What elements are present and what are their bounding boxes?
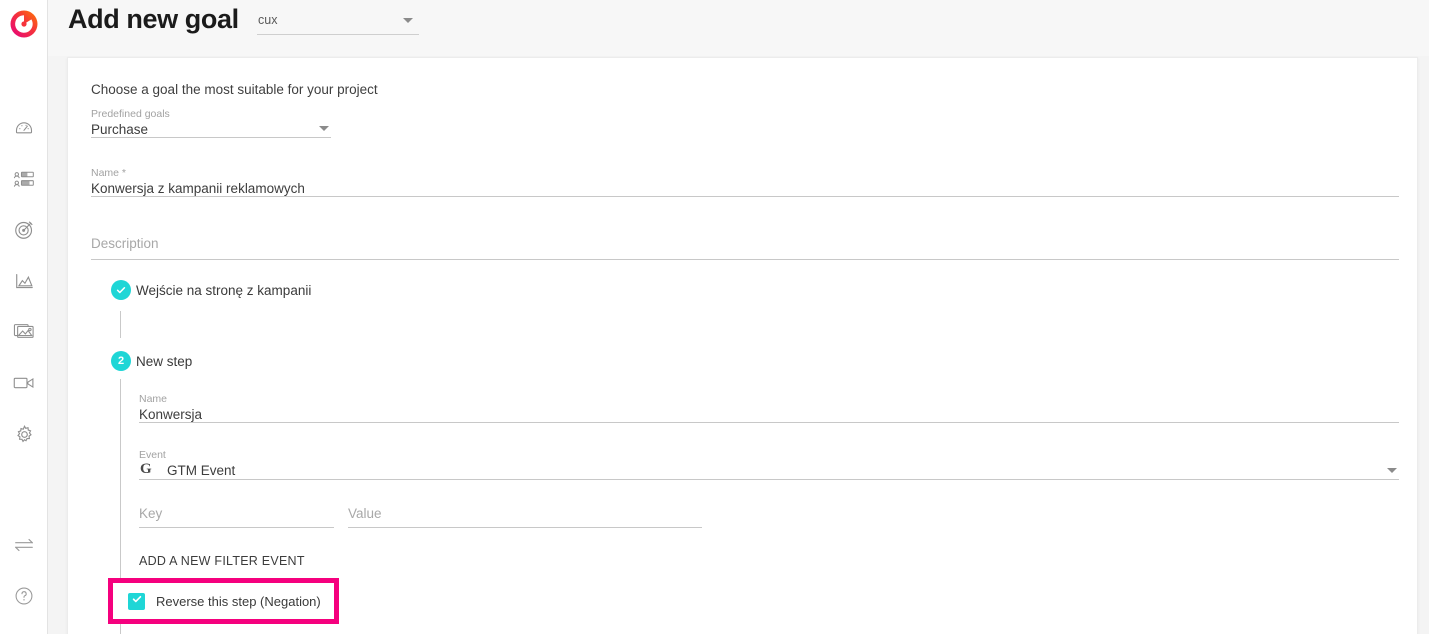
- gear-icon: [14, 424, 35, 445]
- field-underline: [139, 422, 1399, 423]
- step-1-label: Wejście na stronę z kampanii: [136, 283, 312, 298]
- step-connector: [120, 311, 121, 338]
- field-underline: [91, 137, 331, 138]
- field-underline: [91, 196, 1399, 197]
- step-2-label: New step: [136, 354, 193, 369]
- project-select[interactable]: cux: [257, 9, 419, 35]
- sidebar-item-goals[interactable]: [0, 212, 48, 246]
- page-header: Add new goal cux: [48, 0, 1429, 56]
- step-name-field[interactable]: Name Konwersja: [139, 393, 1399, 423]
- goal-name-label: Name *: [91, 167, 127, 179]
- video-camera-icon: [13, 375, 35, 391]
- step-2-indicator[interactable]: 2: [111, 351, 131, 371]
- reverse-step-checkbox[interactable]: [128, 592, 145, 610]
- add-filter-event-button[interactable]: ADD A NEW FILTER EVENT: [139, 554, 305, 568]
- goal-description-placeholder: Description: [91, 236, 159, 251]
- swap-arrows-icon: [13, 537, 35, 553]
- reverse-step-label: Reverse this step (Negation): [156, 593, 321, 609]
- step-1-indicator[interactable]: [111, 280, 131, 300]
- field-underline: [91, 259, 1399, 260]
- predefined-goals-label: Predefined goals: [91, 108, 170, 120]
- page-title: Add new goal: [68, 4, 239, 34]
- sidebar: [0, 0, 48, 634]
- chevron-down-icon: [319, 126, 329, 131]
- field-underline: [139, 527, 334, 528]
- sidebar-item-help[interactable]: [0, 579, 48, 613]
- sidebar-item-settings[interactable]: [0, 417, 48, 451]
- user-list-icon: [13, 169, 35, 189]
- step-event-select[interactable]: Event G GTM Event: [139, 449, 1399, 480]
- field-underline: [348, 527, 702, 528]
- dashboard-gauge-icon: [14, 117, 34, 137]
- filter-key-input[interactable]: Key: [139, 506, 334, 528]
- filter-key-placeholder: Key: [139, 506, 163, 521]
- reverse-step-checkbox-row[interactable]: Reverse this step (Negation): [128, 590, 321, 612]
- chevron-down-icon: [403, 18, 413, 23]
- cux-logo[interactable]: [10, 10, 38, 38]
- check-icon: [131, 592, 143, 610]
- sidebar-item-heatmaps[interactable]: [0, 314, 48, 348]
- chevron-down-icon: [1387, 468, 1397, 473]
- filter-value-input[interactable]: Value: [348, 506, 702, 528]
- help-circle-icon: [14, 586, 34, 606]
- step-event-label: Event: [139, 449, 166, 461]
- predefined-goals-value: Purchase: [91, 122, 149, 137]
- goal-form-card: Choose a goal the most suitable for your…: [67, 57, 1418, 634]
- step-event-value: GTM Event: [167, 463, 236, 478]
- goal-name-value: Konwersja z kampanii reklamowych: [91, 181, 305, 196]
- check-icon: [115, 284, 127, 296]
- step-2-number: 2: [117, 355, 125, 367]
- area-chart-icon: [14, 272, 35, 291]
- field-underline: [139, 479, 1399, 480]
- predefined-goals-select[interactable]: Predefined goals Purchase: [91, 108, 331, 138]
- filter-value-placeholder: Value: [348, 506, 382, 521]
- app-root: Add new goal cux Choose a goal the most …: [0, 0, 1429, 634]
- goal-description-field[interactable]: Description: [91, 230, 1399, 260]
- project-select-value: cux: [258, 13, 278, 27]
- goal-name-field[interactable]: Name * Konwersja z kampanii reklamowych: [91, 167, 1399, 197]
- card-intro-text: Choose a goal the most suitable for your…: [91, 82, 378, 97]
- images-heatmap-icon: [13, 321, 35, 341]
- sidebar-item-switch-project[interactable]: [0, 528, 48, 562]
- google-g-icon: G: [140, 461, 152, 477]
- step-name-value: Konwersja: [139, 407, 203, 422]
- sidebar-item-dashboard[interactable]: [0, 110, 48, 144]
- sidebar-item-visitors[interactable]: [0, 162, 48, 196]
- sidebar-item-recordings[interactable]: [0, 366, 48, 400]
- sidebar-item-analytics[interactable]: [0, 264, 48, 298]
- target-goals-icon: [14, 219, 35, 240]
- step-name-label: Name: [139, 393, 168, 405]
